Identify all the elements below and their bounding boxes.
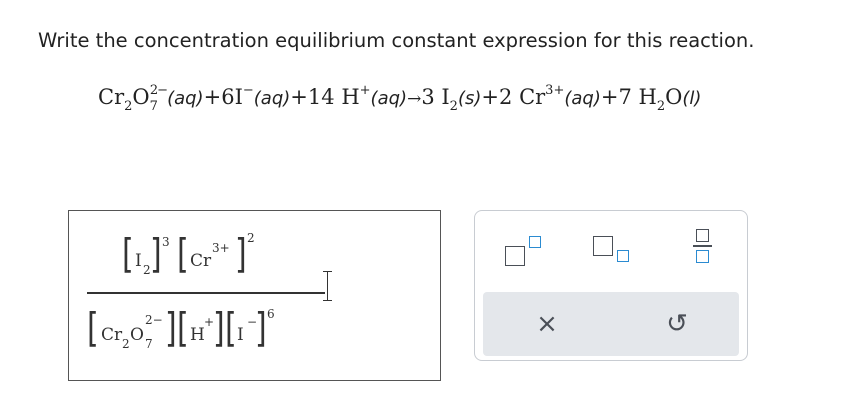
- answer-input-box[interactable]: [ I 2 ] 3 [ Cr 3+ ] 2 [ Cr 2 O 2− 7 ] [ …: [68, 210, 441, 381]
- denominator[interactable]: [ Cr 2 O 2− 7 ] [ H + ] [ I − ] 6: [87, 305, 337, 357]
- chromium-symbol: Cr: [190, 251, 212, 271]
- subscript-box-icon[interactable]: [593, 236, 633, 268]
- undo-button[interactable]: ↺: [647, 299, 707, 349]
- math-palette: × ↺: [474, 210, 748, 361]
- chemical-equation: Cr2O72−(aq)+6I−(aq)+14 H+(aq)→3 I2(s)+2 …: [98, 83, 702, 114]
- numerator[interactable]: [ I 2 ] 3 [ Cr 3+ ] 2: [122, 231, 322, 283]
- question-prompt: Write the concentration equilibrium cons…: [38, 29, 755, 52]
- superscript-box-icon[interactable]: [505, 236, 545, 268]
- iodine-symbol: I: [135, 251, 142, 271]
- action-bar: × ↺: [483, 292, 739, 356]
- text-cursor: [323, 271, 332, 301]
- undo-icon: ↺: [666, 309, 688, 339]
- close-icon: ×: [536, 309, 558, 339]
- fraction-bar: [87, 292, 325, 294]
- fraction-box-icon[interactable]: [693, 229, 713, 269]
- clear-button[interactable]: ×: [517, 299, 577, 349]
